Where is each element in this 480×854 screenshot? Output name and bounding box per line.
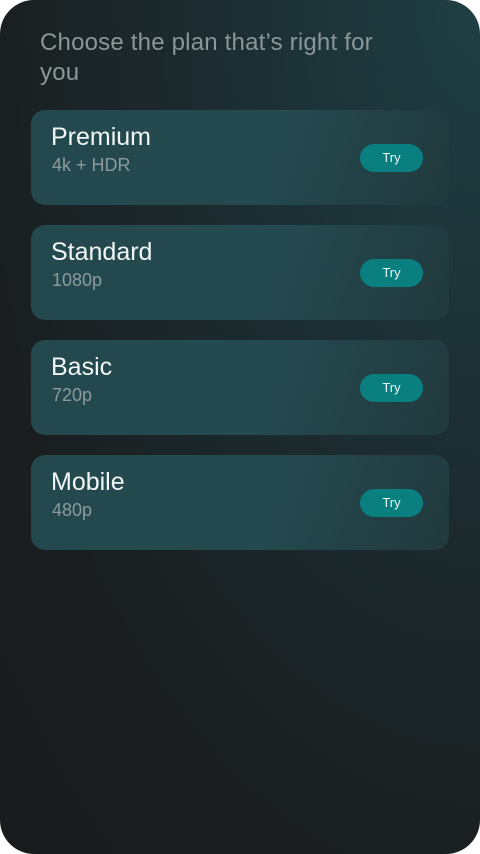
plan-selection-screen: Choose the plan that’s right for you Pre… — [0, 0, 480, 854]
plan-card-standard[interactable]: Standard 1080p Try — [31, 225, 449, 320]
page-title: Choose the plan that’s right for you — [40, 29, 373, 86]
plan-card-premium[interactable]: Premium 4k + HDR Try — [31, 110, 449, 205]
try-mobile-button[interactable]: Try — [360, 489, 423, 517]
plan-name: Basic — [51, 353, 113, 381]
plan-quality: 480p — [52, 500, 93, 520]
try-premium-button[interactable]: Try — [360, 144, 423, 172]
try-standard-button[interactable]: Try — [360, 259, 423, 287]
plan-name: Standard — [51, 238, 153, 266]
plan-name: Premium — [51, 123, 152, 151]
plan-quality: 1080p — [52, 270, 103, 290]
plan-name: Mobile — [51, 468, 125, 496]
plan-quality: 4k + HDR — [52, 155, 131, 175]
plan-card-mobile[interactable]: Mobile 480p Try — [31, 455, 449, 550]
plan-list: Premium 4k + HDR Try Standard 1080p Try … — [31, 110, 449, 570]
plan-card-basic[interactable]: Basic 720p Try — [31, 340, 449, 435]
try-basic-button[interactable]: Try — [360, 374, 423, 402]
plan-quality: 720p — [52, 385, 93, 405]
